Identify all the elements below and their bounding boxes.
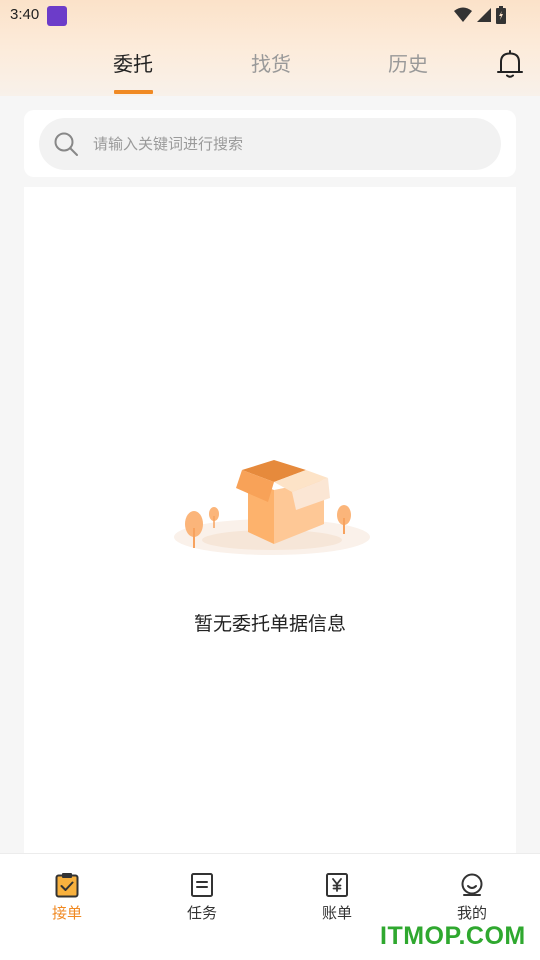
app-notification-icon <box>47 6 67 26</box>
tab-find-goods[interactable]: 找货 <box>251 48 291 77</box>
tab-entrust[interactable]: 委托 <box>113 48 153 77</box>
nav-label-orders: 接单 <box>51 904 82 922</box>
content-panel: 暂无委托单据信息 <box>24 187 516 867</box>
status-indicators <box>454 6 506 24</box>
nav-label-tasks: 任务 <box>186 904 217 922</box>
battery-icon <box>496 6 506 24</box>
empty-box-illustration <box>174 460 370 555</box>
watermark: ITMOP.COM <box>380 922 526 950</box>
status-time: 3:40 <box>10 6 40 23</box>
active-tab-indicator <box>114 90 153 94</box>
nav-item-orders[interactable]: 接单 <box>27 872 107 923</box>
search-input[interactable] <box>93 118 483 170</box>
search-card <box>24 110 516 177</box>
nav-item-bills[interactable]: 账单 <box>297 872 377 923</box>
status-bar: 3:40 <box>0 0 540 32</box>
search-icon <box>54 132 78 156</box>
wifi-icon <box>454 7 472 22</box>
empty-state-message: 暂无委托单据信息 <box>193 613 346 635</box>
nav-label-me: 我的 <box>456 904 487 922</box>
tab-history[interactable]: 历史 <box>388 48 428 77</box>
nav-label-bills: 账单 <box>321 904 352 922</box>
top-tabs: 委托 找货 历史 <box>0 40 540 96</box>
signal-icon <box>477 8 491 22</box>
user-icon <box>461 873 483 896</box>
yen-doc-icon <box>326 873 348 897</box>
search-box[interactable] <box>39 118 501 170</box>
bell-icon[interactable] <box>496 48 524 80</box>
nav-item-me[interactable]: 我的 <box>432 872 512 923</box>
list-doc-icon <box>191 873 213 897</box>
nav-item-tasks[interactable]: 任务 <box>162 872 242 923</box>
clipboard-check-icon <box>55 873 79 898</box>
